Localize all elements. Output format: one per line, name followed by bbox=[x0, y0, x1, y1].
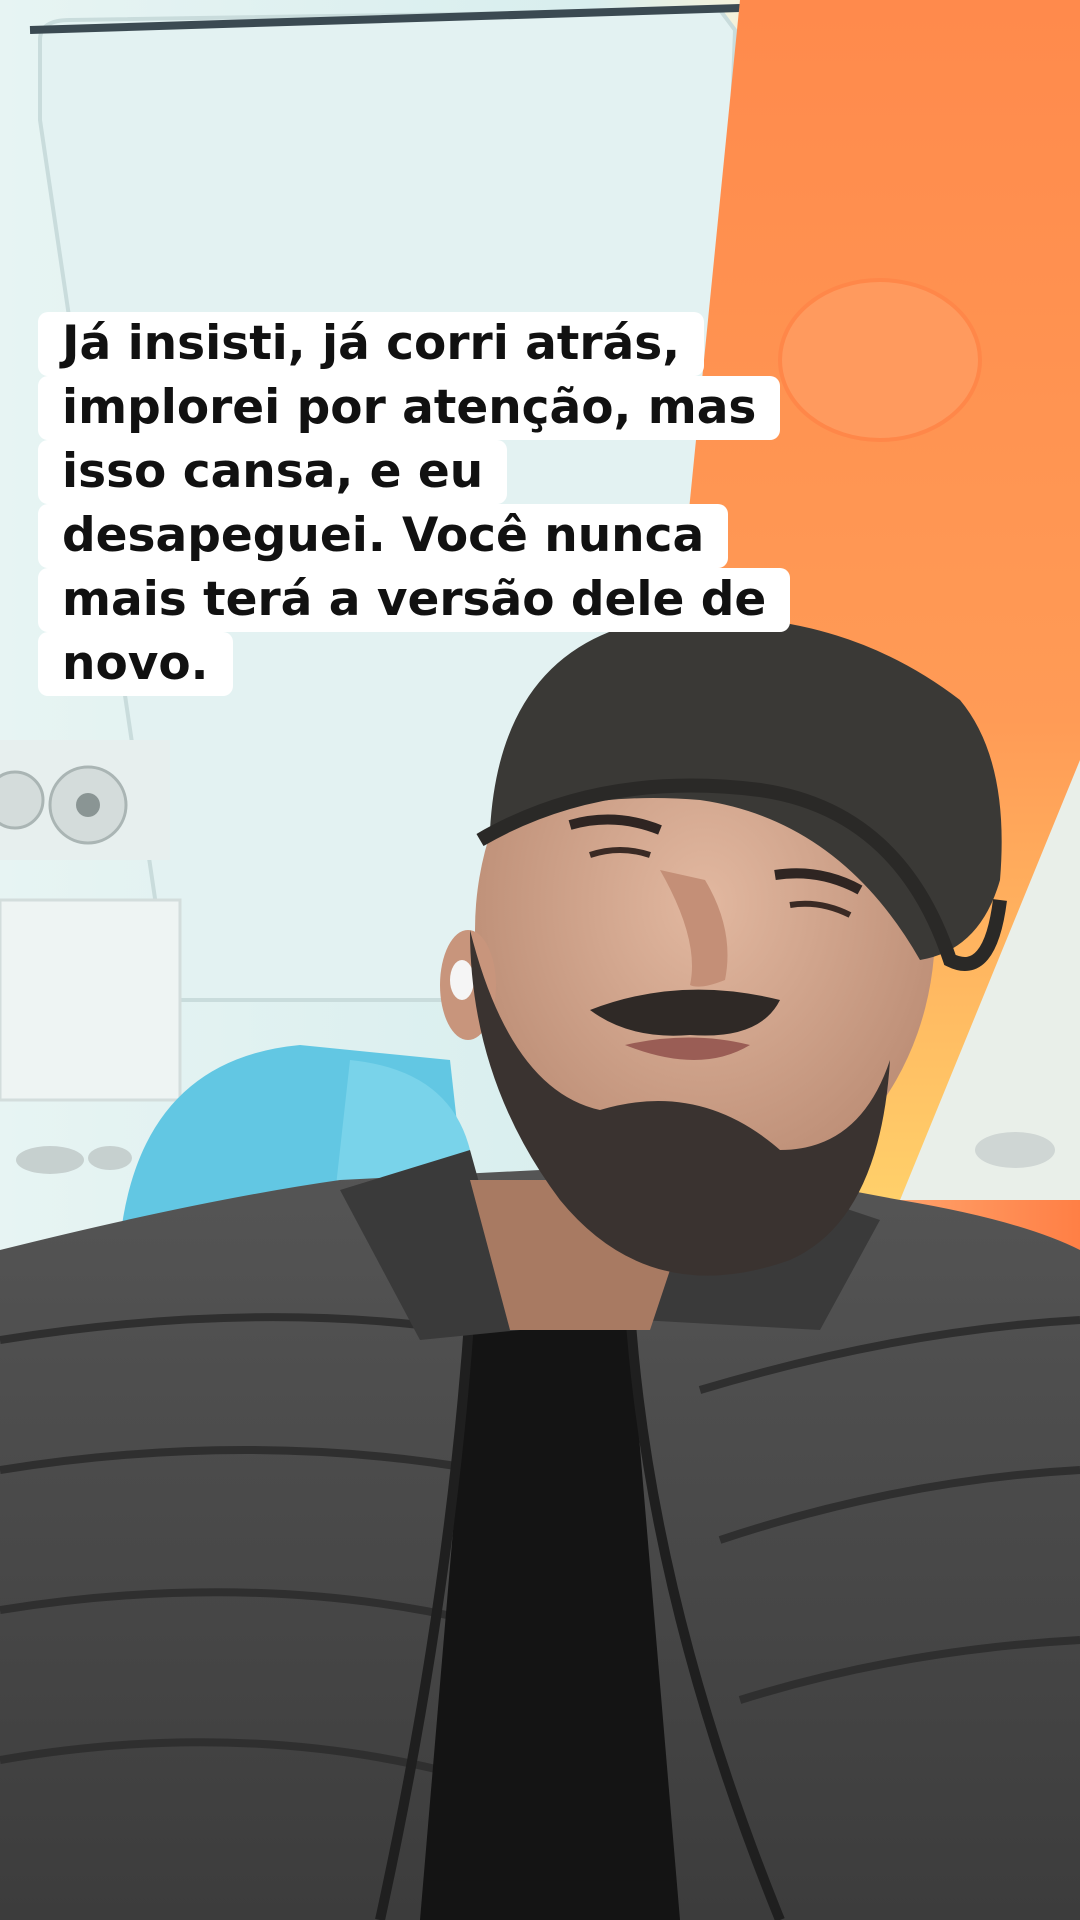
earbud bbox=[450, 960, 474, 1000]
reading-light bbox=[778, 278, 982, 442]
selfie-photo bbox=[0, 0, 1080, 1920]
caption-line: isso cansa, e eu bbox=[38, 440, 508, 504]
caption-line: Já insisti, já corri atrás, bbox=[38, 312, 705, 376]
caption-line: mais terá a versão dele de bbox=[38, 568, 791, 632]
caption-line: novo. bbox=[38, 632, 233, 696]
caption-line: implorei por atenção, mas bbox=[38, 376, 781, 440]
caption-line: desapeguei. Você nunca bbox=[38, 504, 729, 568]
